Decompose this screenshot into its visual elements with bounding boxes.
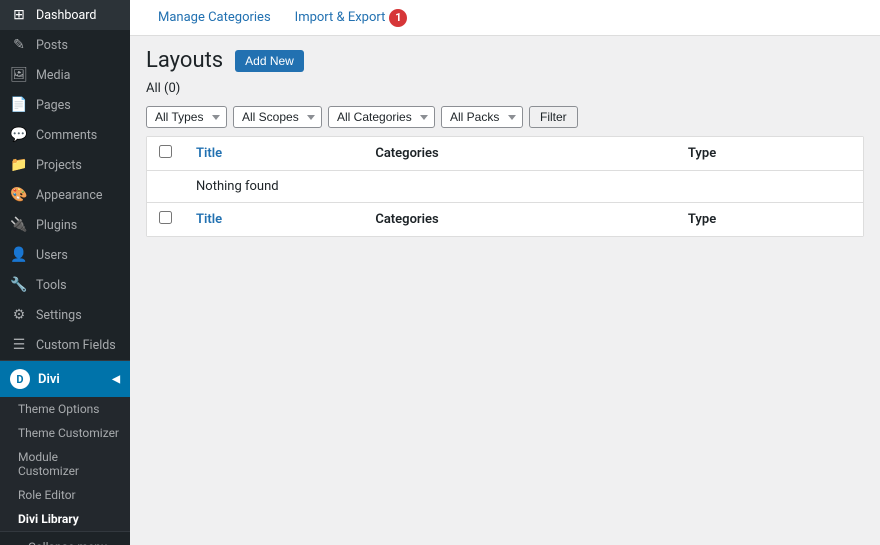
divi-sub-theme-options[interactable]: Theme Options bbox=[0, 397, 130, 421]
media-icon: 🖼 bbox=[10, 67, 28, 83]
title-column-header[interactable]: Title bbox=[184, 137, 363, 171]
data-table: Title Categories Type Nothing found Titl… bbox=[147, 137, 863, 236]
sidebar-item-custom-fields[interactable]: ☰ Custom Fields bbox=[0, 330, 130, 360]
categories-filter[interactable]: All Categories bbox=[328, 106, 435, 128]
select-all-footer bbox=[147, 203, 184, 237]
divi-sub-role-editor[interactable]: Role Editor bbox=[0, 483, 130, 507]
filter-row: All Types All Scopes All Categories All … bbox=[130, 102, 880, 136]
custom-fields-icon: ☰ bbox=[10, 337, 28, 353]
sidebar-label-projects: Projects bbox=[36, 158, 82, 173]
add-new-button[interactable]: Add New bbox=[235, 50, 304, 72]
sidebar-item-plugins[interactable]: 🔌 Plugins bbox=[0, 210, 130, 240]
all-count: (0) bbox=[164, 81, 180, 96]
title-column-footer[interactable]: Title bbox=[184, 203, 363, 237]
sidebar-label-users: Users bbox=[36, 248, 68, 263]
collapse-menu-button[interactable]: ← Collapse menu bbox=[0, 531, 130, 545]
page-header: Layouts Add New bbox=[130, 36, 880, 81]
sidebar-item-posts[interactable]: ✎ Posts bbox=[0, 30, 130, 60]
sidebar-item-projects[interactable]: 📁 Projects bbox=[0, 150, 130, 180]
sidebar-item-media[interactable]: 🖼 Media bbox=[0, 60, 130, 90]
divi-icon: D bbox=[10, 369, 30, 389]
divi-menu-item[interactable]: D Divi ◀ bbox=[0, 361, 130, 397]
comments-icon: 💬 bbox=[10, 127, 28, 143]
sidebar-label-pages: Pages bbox=[36, 98, 71, 113]
select-all-checkbox[interactable] bbox=[159, 145, 172, 158]
chevron-left-icon: ◀ bbox=[112, 374, 120, 385]
select-all-checkbox-footer[interactable] bbox=[159, 211, 172, 224]
settings-icon: ⚙ bbox=[10, 307, 28, 323]
all-label: All (0) bbox=[130, 81, 880, 96]
divi-label: Divi bbox=[38, 372, 60, 387]
tools-icon: 🔧 bbox=[10, 277, 28, 293]
users-icon: 👤 bbox=[10, 247, 28, 263]
divi-section: D Divi ◀ Theme OptionsTheme CustomizerMo… bbox=[0, 360, 130, 531]
type-column-footer: Type bbox=[676, 203, 863, 237]
projects-icon: 📁 bbox=[10, 157, 28, 173]
types-filter[interactable]: All Types bbox=[146, 106, 227, 128]
dashboard-icon: ⊞ bbox=[10, 7, 28, 23]
sidebar-label-appearance: Appearance bbox=[36, 188, 103, 203]
categories-column-header: Categories bbox=[363, 137, 676, 171]
sidebar-label-posts: Posts bbox=[36, 38, 68, 53]
pages-icon: 📄 bbox=[10, 97, 28, 113]
sidebar-item-dashboard[interactable]: ⊞ Dashboard bbox=[0, 0, 130, 30]
empty-row: Nothing found bbox=[147, 171, 863, 203]
sidebar-item-comments[interactable]: 💬 Comments bbox=[0, 120, 130, 150]
sidebar-label-tools: Tools bbox=[36, 278, 67, 293]
sidebar-label-media: Media bbox=[36, 68, 70, 83]
top-bar: Manage CategoriesImport & Export1 bbox=[130, 0, 880, 36]
scopes-filter[interactable]: All Scopes bbox=[233, 106, 322, 128]
sidebar-label-settings: Settings bbox=[36, 308, 82, 323]
packs-filter[interactable]: All Packs bbox=[441, 106, 523, 128]
posts-icon: ✎ bbox=[10, 37, 28, 53]
nothing-found-message: Nothing found bbox=[184, 171, 863, 203]
sidebar-item-users[interactable]: 👤 Users bbox=[0, 240, 130, 270]
sidebar-label-comments: Comments bbox=[36, 128, 97, 143]
divi-sub-theme-customizer[interactable]: Theme Customizer bbox=[0, 421, 130, 445]
topbar-tab-import-export[interactable]: Import & Export1 bbox=[283, 4, 420, 33]
main-content: Manage CategoriesImport & Export1 Layout… bbox=[130, 0, 880, 545]
sidebar-item-settings[interactable]: ⚙ Settings bbox=[0, 300, 130, 330]
layouts-table: Title Categories Type Nothing found Titl… bbox=[146, 136, 864, 237]
all-text: All bbox=[146, 81, 161, 96]
sidebar-item-pages[interactable]: 📄 Pages bbox=[0, 90, 130, 120]
filter-button[interactable]: Filter bbox=[529, 106, 578, 128]
divi-sub-divi-library[interactable]: Divi Library bbox=[0, 507, 130, 531]
categories-column-footer: Categories bbox=[363, 203, 676, 237]
sidebar-item-appearance[interactable]: 🎨 Appearance bbox=[0, 180, 130, 210]
appearance-icon: 🎨 bbox=[10, 187, 28, 203]
divi-sub-module-customizer[interactable]: Module Customizer bbox=[0, 445, 130, 483]
plugins-icon: 🔌 bbox=[10, 217, 28, 233]
type-column-header: Type bbox=[676, 137, 863, 171]
sidebar-item-tools[interactable]: 🔧 Tools bbox=[0, 270, 130, 300]
notification-badge: 1 bbox=[389, 9, 407, 27]
select-all-header bbox=[147, 137, 184, 171]
sidebar-label-dashboard: Dashboard bbox=[36, 8, 96, 23]
topbar-tab-manage-categories[interactable]: Manage Categories bbox=[146, 4, 283, 33]
collapse-icon: ← bbox=[10, 540, 22, 545]
page-title: Layouts bbox=[146, 48, 223, 73]
sidebar: ⊞ Dashboard ✎ Posts 🖼 Media 📄 Pages 💬 Comments 📁 Pr… bbox=[0, 0, 130, 545]
collapse-label: Collapse menu bbox=[28, 540, 107, 545]
sidebar-label-plugins: Plugins bbox=[36, 218, 77, 233]
sidebar-label-custom-fields: Custom Fields bbox=[36, 338, 116, 353]
